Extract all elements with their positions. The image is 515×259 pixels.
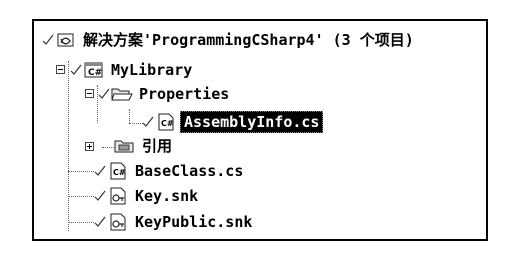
cs-file-icon: C#	[158, 113, 174, 131]
tree-item-label: Properties	[139, 85, 230, 103]
solution-tree: 解决方案'ProgrammingCSharp4' (3 个项目) C# MyLi…	[34, 21, 486, 239]
checkmark-icon	[94, 216, 106, 227]
svg-text:C#: C#	[161, 119, 174, 128]
snk-file-icon	[110, 213, 126, 231]
tree-item-label: KeyPublic.snk	[135, 213, 253, 231]
solution-label: 解决方案'ProgrammingCSharp4' (3 个项目)	[83, 31, 414, 49]
tree-line	[68, 61, 69, 231]
tree-item-key-snk[interactable]: Key.snk	[94, 185, 201, 207]
snk-file-icon	[110, 187, 126, 205]
project-node-mylibrary[interactable]: C# MyLibrary	[70, 59, 195, 81]
expand-button[interactable]	[85, 142, 94, 151]
tree-item-label: BaseClass.cs	[135, 162, 244, 180]
checkmark-icon	[98, 88, 110, 99]
tree-item-properties[interactable]: Properties	[98, 83, 232, 105]
tree-line	[68, 171, 94, 172]
project-label: MyLibrary	[111, 61, 193, 79]
checkmark-icon	[94, 165, 106, 176]
tree-line	[129, 123, 143, 124]
tree-item-assemblyinfo[interactable]: C# AssemblyInfo.cs	[142, 111, 324, 133]
tree-line	[129, 109, 130, 123]
collapse-button[interactable]	[56, 65, 65, 74]
checkmark-icon	[42, 34, 54, 45]
folder-open-icon	[111, 88, 133, 101]
checkmark-icon	[142, 116, 154, 127]
svg-text:C#: C#	[113, 168, 126, 177]
tree-item-label: AssemblyInfo.cs	[180, 111, 324, 133]
cs-file-icon: C#	[110, 162, 126, 180]
tree-item-label: 引用	[142, 137, 173, 155]
tree-item-keypublic-snk[interactable]: KeyPublic.snk	[94, 211, 255, 233]
svg-text:C#: C#	[88, 68, 102, 78]
collapse-button[interactable]	[85, 89, 94, 98]
tree-line	[68, 222, 94, 223]
checkmark-icon	[94, 190, 106, 201]
checkmark-icon	[70, 64, 82, 75]
tree-item-references[interactable]: 引用	[114, 135, 175, 157]
solution-node[interactable]: 解决方案'ProgrammingCSharp4' (3 个项目)	[42, 29, 417, 51]
solution-explorer-panel: 解决方案'ProgrammingCSharp4' (3 个项目) C# MyLi…	[32, 19, 488, 241]
tree-item-baseclass[interactable]: C# BaseClass.cs	[94, 160, 246, 182]
tree-item-label: Key.snk	[135, 187, 199, 205]
tree-line	[68, 196, 94, 197]
solution-icon	[57, 33, 74, 47]
csharp-project-icon: C#	[84, 62, 103, 78]
references-icon	[114, 140, 134, 153]
